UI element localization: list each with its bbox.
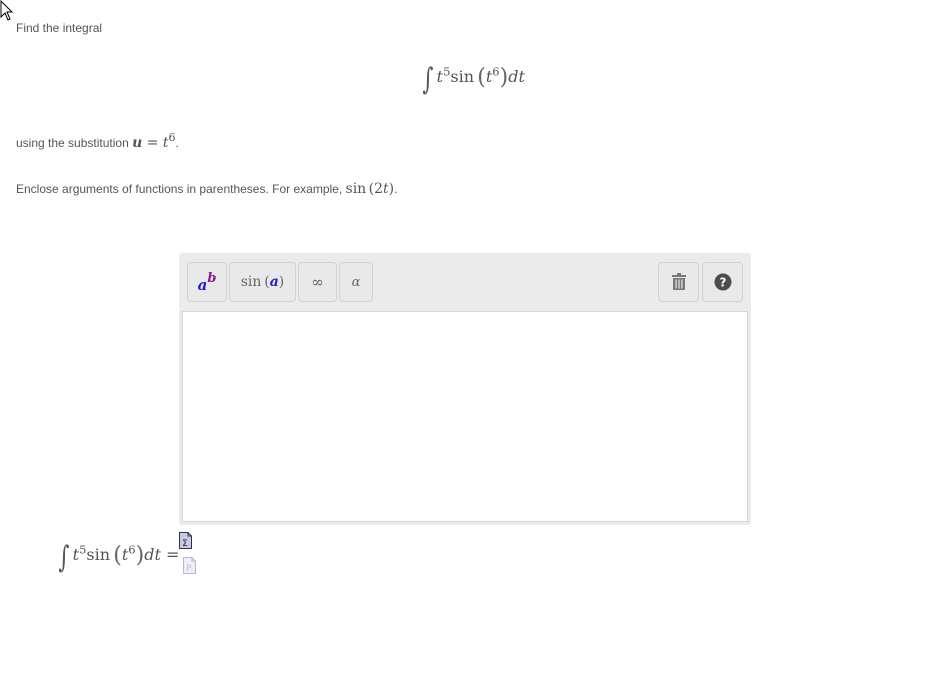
substitution-instruction: using the substitution u = t6. [16, 131, 179, 151]
svg-text:P: P [186, 564, 192, 574]
power-exponent: b [207, 271, 217, 286]
question-prompt: Find the integral [16, 21, 103, 35]
clear-button[interactable] [658, 262, 699, 302]
svg-text:?: ? [719, 276, 726, 290]
question-icon: ? [714, 273, 731, 291]
integral-expression: ∫ t5sin (t6)dt [422, 62, 525, 97]
sigma-document-icon: Σ [179, 532, 192, 549]
mouse-cursor-icon [0, 0, 14, 21]
infinity-button[interactable]: ∞ [298, 262, 337, 302]
placeholder-document-icon[interactable]: P [183, 557, 196, 574]
power-button[interactable]: ab [187, 262, 227, 302]
parentheses-instruction: Enclose arguments of functions in parent… [16, 181, 398, 197]
math-input-area[interactable] [182, 311, 748, 522]
function-button[interactable]: sin (a) [229, 262, 296, 302]
infinity-icon: ∞ [311, 273, 324, 291]
math-editor: ab sin (a) ∞ α ? [179, 253, 751, 525]
greek-letters-button[interactable]: α [339, 262, 373, 302]
integral-sign: ∫ [58, 540, 70, 575]
trash-icon [671, 273, 686, 290]
help-button[interactable]: ? [702, 262, 743, 302]
answer-expression: ∫ t5sin (t6)dt = [58, 540, 180, 575]
power-base: a [197, 276, 208, 294]
integral-sign: ∫ [422, 62, 434, 97]
svg-text:Σ: Σ [182, 539, 188, 549]
alpha-icon: α [351, 274, 361, 290]
